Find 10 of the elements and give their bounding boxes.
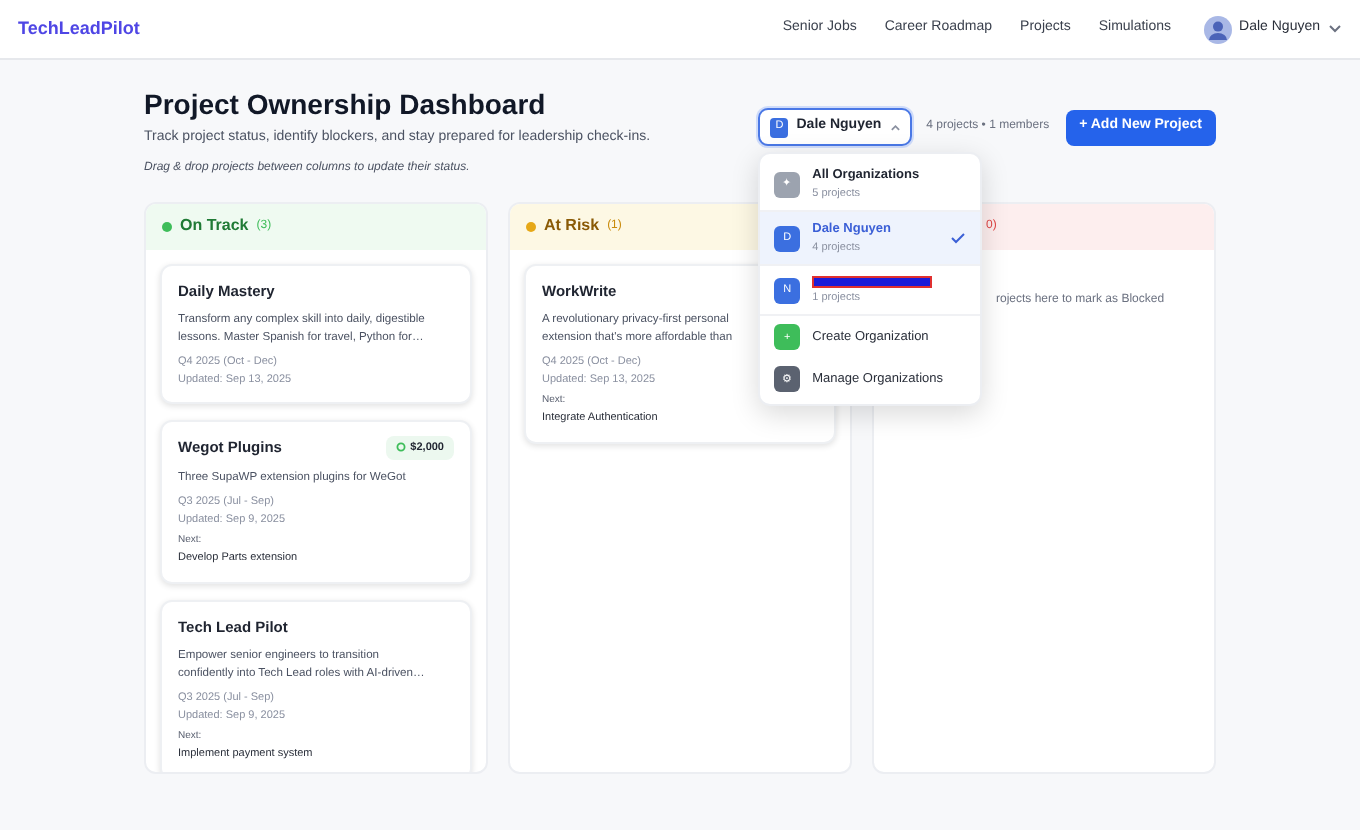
chevron-down-icon (1328, 24, 1342, 34)
chevron-up-icon (889, 123, 901, 131)
redaction-mark (812, 276, 933, 288)
column-title: At Risk (544, 214, 600, 238)
coin-icon (396, 442, 407, 453)
page-title: Project Ownership Dashboard (144, 86, 546, 124)
brand-logo[interactable]: TechLeadPilot (18, 15, 140, 43)
column-title: On Track (180, 214, 249, 238)
user-avatar-icon (1203, 15, 1232, 43)
check-icon (950, 232, 967, 244)
